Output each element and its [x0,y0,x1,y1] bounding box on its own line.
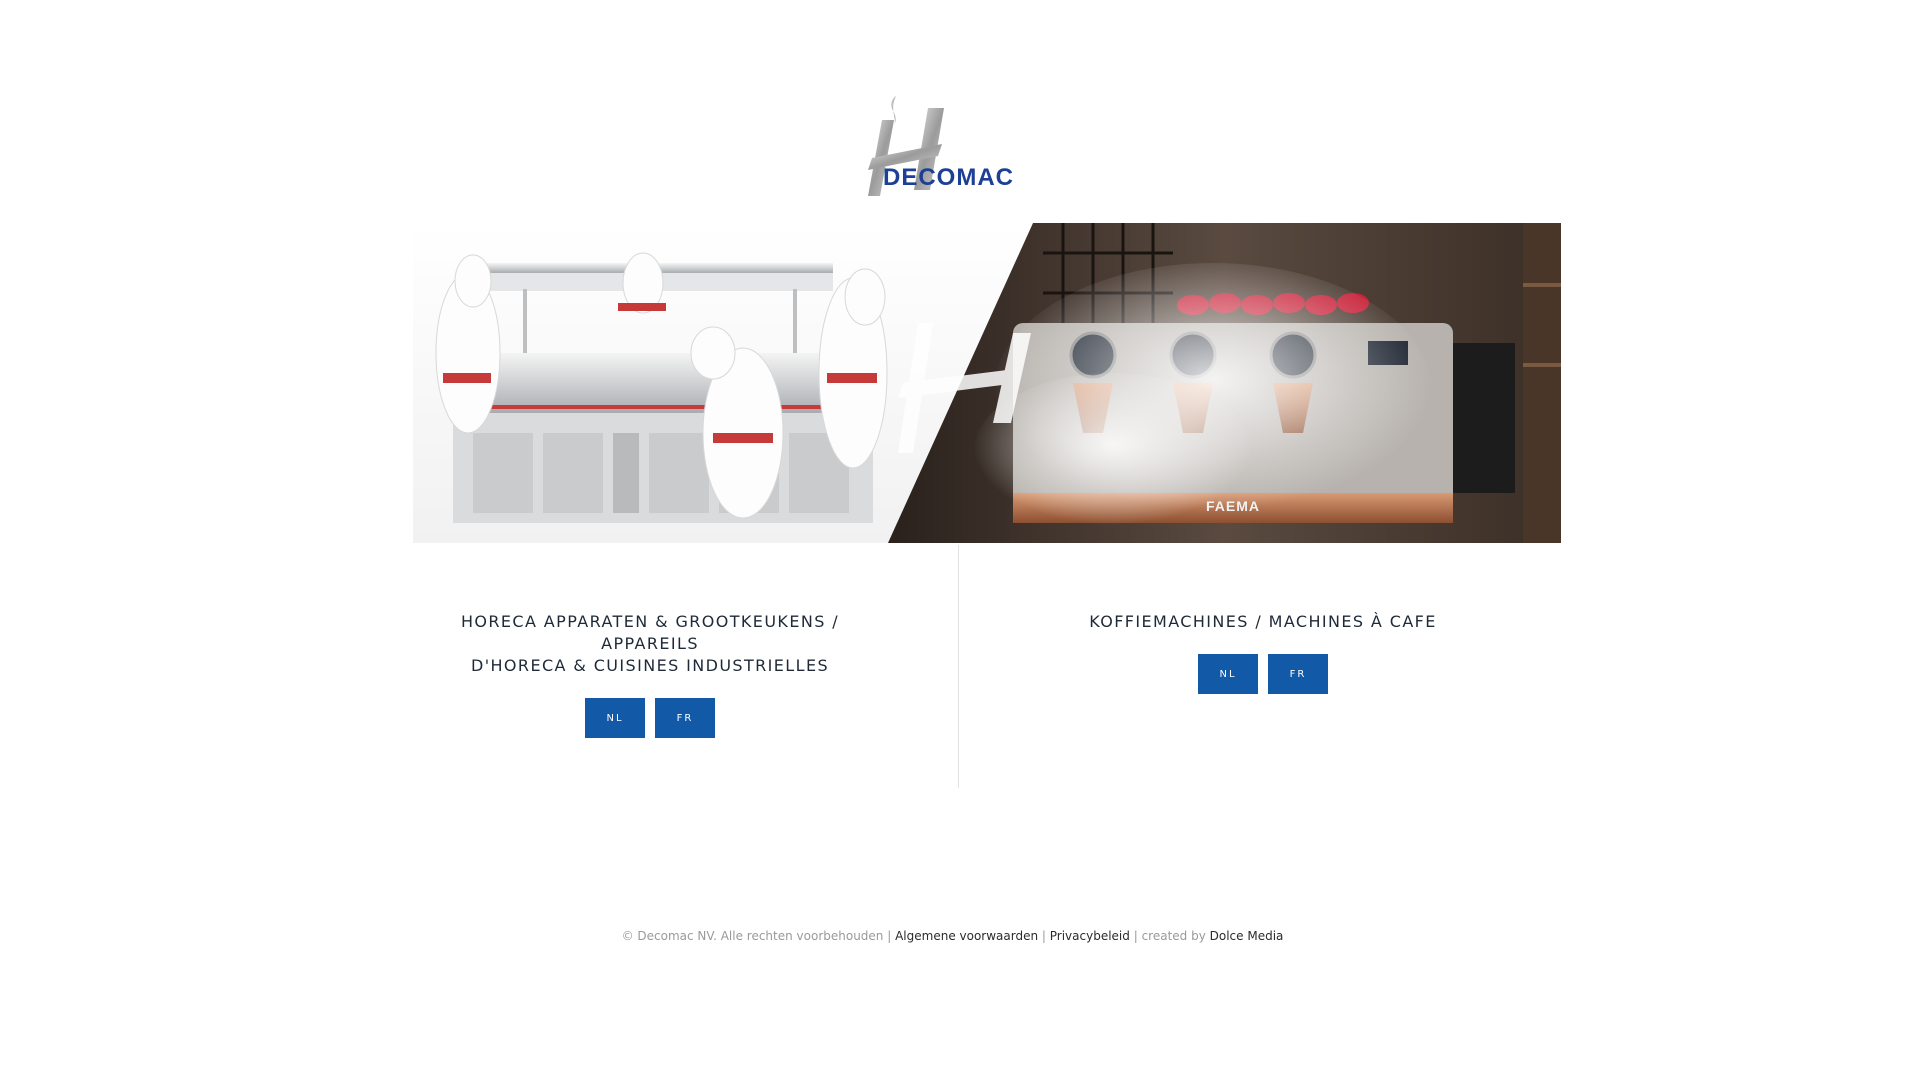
privacy-link[interactable]: Privacybeleid [1050,929,1130,943]
footer-separator: | [1038,929,1050,943]
hero-image: FAEMA [413,223,1561,543]
footer-separator: | [883,929,896,943]
coffee-column: KOFFIEMACHINES / MACHINES À CAFE NL FR [1023,611,1503,694]
horeca-nl-button[interactable]: NL [585,698,645,738]
coffee-title: KOFFIEMACHINES / MACHINES À CAFE [1089,612,1437,631]
logo-wordmark: DECOMAC [883,164,1014,191]
coffee-fr-button[interactable]: FR [1268,654,1328,694]
decomac-logo[interactable]: DECOMAC [852,94,1062,199]
horeca-title-line1: HORECA APPARATEN & GROOTKEUKENS / APPARE… [460,612,840,653]
created-by-text: | created by [1129,929,1210,943]
coffee-language-buttons: NL FR [1023,654,1503,694]
machine-brand-label: FAEMA [1206,498,1260,514]
horeca-title: HORECA APPARATEN & GROOTKEUKENS / APPARE… [410,611,890,677]
coffee-nl-button[interactable]: NL [1198,654,1258,694]
creator-link[interactable]: Dolce Media [1210,929,1284,943]
hero-composite-icon: FAEMA [413,223,1561,543]
horeca-fr-button[interactable]: FR [655,698,715,738]
terms-link[interactable]: Algemene voorwaarden [895,929,1038,943]
horeca-language-buttons: NL FR [410,698,890,738]
column-divider [958,545,959,788]
footer: © Decomac NV. Alle rechten voorbehouden … [0,929,1905,943]
copyright-text: © Decomac NV. Alle rechten voorbehouden [621,929,884,943]
horeca-title-line2: D'HORECA & CUISINES INDUSTRIELLES [470,656,830,675]
horeca-column: HORECA APPARATEN & GROOTKEUKENS / APPARE… [410,611,890,738]
